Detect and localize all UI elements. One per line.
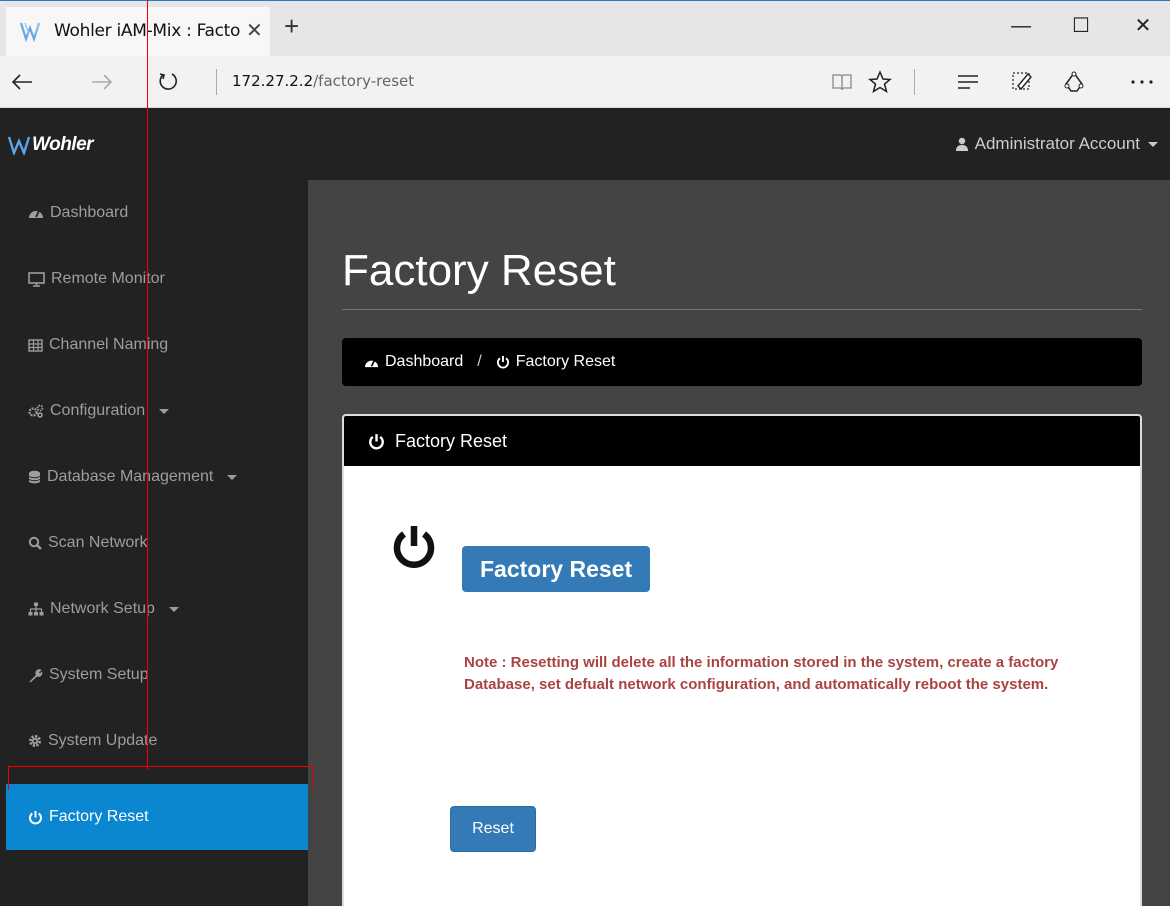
- share-button[interactable]: [1056, 64, 1092, 100]
- gear-icon: [29, 735, 41, 747]
- share-icon: [1064, 71, 1084, 92]
- sidebar-item-label: System Update: [48, 732, 158, 749]
- minimize-button[interactable]: —: [1006, 11, 1036, 41]
- sidebar-item-label: System Setup: [49, 666, 149, 683]
- sidebar-item-label: Database Management: [47, 468, 214, 485]
- account-menu[interactable]: Administrator Account: [955, 134, 1158, 154]
- address-separator: [216, 69, 217, 95]
- breadcrumb-separator: /: [477, 353, 482, 370]
- url-path: /factory-reset: [313, 72, 415, 90]
- breadcrumb-current: Factory Reset: [515, 353, 616, 370]
- power-icon: [29, 810, 42, 824]
- main-content: Factory Reset Dashboard / Factory Reset …: [308, 180, 1170, 906]
- monitor-icon: [28, 271, 45, 287]
- wohler-logo[interactable]: Wohler: [8, 132, 94, 158]
- sidebar-item-channel-naming[interactable]: Channel Naming: [6, 312, 308, 378]
- annotation-box: [8, 766, 314, 790]
- power-icon: [496, 355, 509, 369]
- sidebar-item-configuration[interactable]: Configuration: [6, 378, 308, 444]
- wrench-icon: [29, 668, 43, 682]
- sidebar-item-label: Scan Network: [48, 534, 148, 551]
- refresh-icon: [159, 73, 178, 90]
- user-icon: [955, 137, 968, 151]
- dashboard-icon: [365, 359, 378, 367]
- caret-down-icon: [1148, 141, 1158, 147]
- sidebar-item-label: Configuration: [50, 402, 146, 419]
- pen-note-icon: [1012, 72, 1032, 91]
- panel-heading-label: Factory Reset: [395, 430, 508, 451]
- sidebar-item-label: Factory Reset: [49, 808, 149, 825]
- maximize-button[interactable]: ☐: [1066, 11, 1096, 41]
- reading-view-button[interactable]: [824, 64, 860, 100]
- large-power-icon: [393, 526, 435, 568]
- close-window-button[interactable]: ✕: [1128, 11, 1158, 41]
- panel-heading: Factory Reset: [344, 416, 1140, 466]
- account-label: Administrator Account: [974, 134, 1140, 153]
- new-tab-button[interactable]: +: [284, 13, 299, 39]
- close-tab-icon[interactable]: ✕: [246, 18, 263, 43]
- sidebar: Dashboard Remote Monitor Channel Naming …: [6, 180, 308, 906]
- url-host: 172.27.2.2: [232, 72, 314, 90]
- hub-lines-icon: [958, 75, 978, 89]
- page-title: Factory Reset: [342, 246, 616, 295]
- sidebar-item-database-management[interactable]: Database Management: [6, 444, 308, 510]
- sidebar-item-system-setup[interactable]: System Setup: [6, 642, 308, 708]
- table-icon: [28, 338, 43, 352]
- factory-reset-panel: Factory Reset Factory Reset Note : Reset…: [342, 414, 1142, 906]
- caret-down-icon: [168, 606, 179, 612]
- sidebar-item-factory-reset[interactable]: Factory Reset: [6, 784, 308, 850]
- search-icon: [28, 536, 42, 550]
- sitemap-icon: [28, 602, 44, 616]
- sidebar-item-label: Channel Naming: [49, 336, 169, 353]
- back-button[interactable]: [4, 64, 40, 100]
- more-options-button[interactable]: [1124, 64, 1160, 100]
- dashboard-icon: [29, 210, 43, 218]
- sidebar-item-remote-monitor[interactable]: Remote Monitor: [6, 246, 308, 312]
- web-note-button[interactable]: [1004, 64, 1040, 100]
- sidebar-item-label: Dashboard: [50, 204, 129, 221]
- database-icon: [28, 470, 41, 483]
- app-header: Wohler Administrator Account: [0, 108, 1170, 180]
- caret-down-icon: [159, 408, 170, 414]
- book-icon: [832, 74, 852, 91]
- breadcrumb-dashboard-link[interactable]: Dashboard: [385, 353, 463, 371]
- factory-reset-badge: Factory Reset: [462, 546, 651, 592]
- caret-down-icon: [227, 474, 238, 480]
- hub-button[interactable]: [950, 64, 986, 100]
- star-icon: [868, 70, 892, 94]
- browser-tab-bar: Wohler iAM-Mix : Facto ✕ + — ☐ ✕: [0, 0, 1170, 57]
- reset-warning-note: Note : Resetting will delete all the inf…: [464, 654, 1059, 693]
- sidebar-item-network-setup[interactable]: Network Setup: [6, 576, 308, 642]
- browser-tab[interactable]: Wohler iAM-Mix : Facto ✕: [6, 7, 270, 57]
- sidebar-item-label: Network Setup: [50, 600, 155, 617]
- sidebar-item-scan-network[interactable]: Scan Network: [6, 510, 308, 576]
- forward-button[interactable]: [84, 64, 120, 100]
- annotation-line: [147, 0, 148, 770]
- logo-text: Wohler: [32, 134, 94, 155]
- url-field[interactable]: 172.27.2.2/factory-reset: [232, 72, 414, 90]
- toolbar-separator: [914, 69, 915, 95]
- title-divider: [342, 309, 1142, 310]
- reset-button[interactable]: Reset: [450, 806, 536, 852]
- favorite-button[interactable]: [862, 64, 898, 100]
- address-bar: 172.27.2.2/factory-reset: [0, 56, 1170, 108]
- breadcrumb: Dashboard / Factory Reset: [342, 338, 1142, 386]
- arrow-right-icon: [92, 74, 113, 90]
- arrow-left-icon: [11, 74, 32, 90]
- power-icon: [369, 433, 384, 449]
- gears-icon: [28, 404, 44, 418]
- ellipsis-icon: [1131, 80, 1153, 84]
- sidebar-item-dashboard[interactable]: Dashboard: [6, 180, 308, 246]
- refresh-button[interactable]: [150, 64, 186, 100]
- wohler-w-icon: [8, 136, 30, 155]
- wohler-favicon-icon: [20, 22, 41, 42]
- sidebar-item-system-update[interactable]: System Update: [6, 708, 308, 774]
